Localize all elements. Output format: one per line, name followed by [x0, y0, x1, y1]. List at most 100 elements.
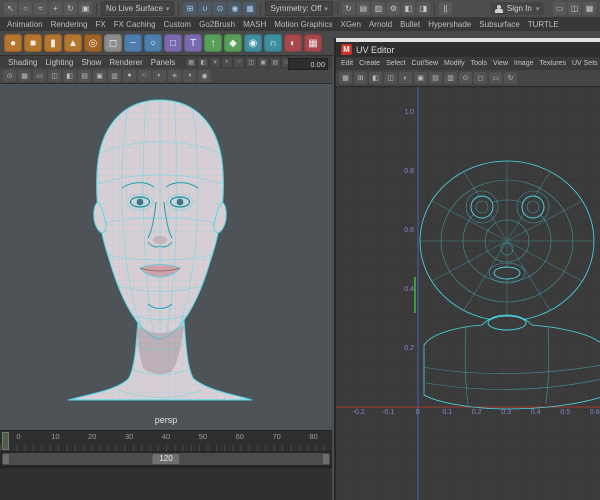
uv-editor-viewport[interactable]: -0.2 -0.1 0 0.1 0.2 0.3 0.4 0.5 0.6 1.0 0.8 0.6 0.4… [336, 87, 600, 500]
safe-title-icon[interactable]: ▥ [108, 69, 121, 82]
viewport-menu[interactable]: Show [77, 58, 105, 67]
uv-isolate-icon[interactable]: ◧ [369, 72, 382, 84]
symmetry-dropdown[interactable]: Symmetry: Off ▾ [265, 1, 333, 16]
range-end-value[interactable]: 120 [152, 454, 180, 464]
menu-set-tab[interactable]: Go2Brush [195, 18, 239, 31]
safe-action-icon[interactable]: ▣ [93, 69, 106, 82]
shelf-text-tool[interactable]: T [184, 34, 202, 52]
uv-checker-icon[interactable]: ▥ [444, 72, 457, 84]
snap-point-icon[interactable]: ⊙ [213, 2, 227, 15]
shelf-mirror[interactable]: ◐ [284, 34, 302, 52]
uv-snap-icon[interactable]: ⊞ [354, 72, 367, 84]
uv-editor-menu[interactable]: Modify [441, 60, 468, 67]
snap-projected-center-icon[interactable]: ◉ [228, 2, 242, 15]
menu-set-tab[interactable]: XGen [337, 18, 365, 31]
vp-plane-icon[interactable]: ▤ [270, 57, 281, 67]
wireframe-icon[interactable]: ○ [138, 69, 151, 82]
live-surface-dropdown[interactable]: No Live Surface ▾ [101, 1, 175, 16]
vp-grid-icon[interactable]: ▦ [186, 57, 197, 67]
field-chart-icon[interactable]: ▤ [78, 69, 91, 82]
menu-set-tab[interactable]: Animation [3, 18, 47, 31]
textured-icon[interactable]: ◐ [153, 69, 166, 82]
uv-distortion-icon[interactable]: ▤ [429, 72, 442, 84]
menu-set-tab[interactable]: FX [92, 18, 110, 31]
menu-set-tab[interactable]: MASH [239, 18, 270, 31]
move-tool-icon[interactable]: + [49, 2, 62, 15]
viewport-menu[interactable]: Shading [4, 58, 41, 67]
shelf-curve-tool[interactable]: ~ [124, 34, 142, 52]
vp-light-icon[interactable]: ☀ [210, 57, 221, 67]
viewport-menu[interactable]: Renderer [105, 58, 146, 67]
ipr-render-icon[interactable]: ▥ [371, 2, 385, 15]
layout-two-pane-icon[interactable]: ◫ [568, 2, 581, 15]
shelf-nurbs-circle[interactable]: ○ [144, 34, 162, 52]
viewport-menu[interactable]: Lighting [41, 58, 77, 67]
uv-editor-menu[interactable]: UV Sets [569, 60, 600, 67]
uv-shaded-icon[interactable]: ◐ [399, 72, 412, 84]
menu-set-tab[interactable]: FX Caching [110, 18, 160, 31]
menu-set-tab[interactable]: Motion Graphics [270, 18, 336, 31]
make-live-icon[interactable]: ▦ [243, 2, 257, 15]
shelf-poly-cylinder[interactable]: ▮ [44, 34, 62, 52]
uv-editor-menu[interactable]: Edit [338, 60, 356, 67]
uv-tile-icon[interactable]: ◻ [474, 72, 487, 84]
menu-set-tab[interactable]: Rendering [47, 18, 92, 31]
perspective-viewport-canvas[interactable] [0, 84, 332, 430]
scale-tool-icon[interactable]: ▣ [79, 2, 92, 15]
gate-mask-icon[interactable]: ◧ [63, 69, 76, 82]
snap-curve-icon[interactable]: ∪ [198, 2, 212, 15]
render-view-icon[interactable]: ▤ [356, 2, 370, 15]
camera-lock-icon[interactable]: ⊙ [3, 69, 16, 82]
shelf-extrude[interactable]: ↑ [204, 34, 222, 52]
shelf-poly-cone[interactable]: ▲ [64, 34, 82, 52]
current-frame-marker[interactable] [2, 432, 9, 450]
uv-borders-icon[interactable]: ▣ [414, 72, 427, 84]
rotate-tool-icon[interactable]: ↻ [64, 2, 77, 15]
menu-set-tab[interactable]: Custom [160, 18, 196, 31]
snap-grid-icon[interactable]: ⊞ [183, 2, 197, 15]
uv-grid-icon[interactable]: ▦ [339, 72, 352, 84]
menu-set-tab[interactable]: TURTLE [524, 18, 563, 31]
shading-smooth-icon[interactable]: ● [123, 69, 136, 82]
shelf-poly-torus[interactable]: ◎ [84, 34, 102, 52]
uv-editor-menu[interactable]: Textures [537, 60, 569, 67]
render-settings-icon[interactable]: ⚙ [386, 2, 400, 15]
playback-pause-icon[interactable]: || [438, 2, 452, 15]
layout-single-pane-icon[interactable]: ▭ [553, 2, 566, 15]
menu-set-tab[interactable]: Bullet [396, 18, 424, 31]
uv-editor-menu[interactable]: Select [383, 60, 408, 67]
select-tool-icon[interactable]: ↖ [4, 2, 17, 15]
menu-set-tab[interactable]: Subsurface [475, 18, 523, 31]
uv-pixel-snap-icon[interactable]: ⊙ [459, 72, 472, 84]
uv-canvas[interactable] [336, 87, 600, 500]
menu-set-tab[interactable]: Arnold [365, 18, 396, 31]
uv-editor-menu[interactable]: Cut/Sew [409, 60, 441, 67]
lasso-select-icon[interactable]: ○ [19, 2, 32, 15]
grid-toggle-icon[interactable]: ▦ [18, 69, 31, 82]
lighting-icon[interactable]: ☀ [168, 69, 181, 82]
shelf-poly-plane[interactable]: ◻ [104, 34, 122, 52]
uv-frame-icon[interactable]: ▭ [489, 72, 502, 84]
uv-editor-menu[interactable]: Create [356, 60, 383, 67]
resolution-gate-icon[interactable]: ◫ [48, 69, 61, 82]
viewport-menu[interactable]: Panels [147, 58, 179, 67]
film-gate-icon[interactable]: ▭ [33, 69, 46, 82]
paint-select-icon[interactable]: ≈ [34, 2, 47, 15]
shelf-poly-cube[interactable]: ■ [24, 34, 42, 52]
shelf-boolean[interactable]: ◉ [244, 34, 262, 52]
vp-wire-shaded-icon[interactable]: ◫ [246, 57, 257, 67]
layout-four-pane-icon[interactable]: ▦ [583, 2, 596, 15]
shelf-bevel[interactable]: ◆ [224, 34, 242, 52]
uv-editor-titlebar[interactable]: M UV Editor [336, 42, 600, 57]
menu-set-tab[interactable]: Hypershade [424, 18, 475, 31]
display-layer-icon[interactable]: ◧ [401, 2, 415, 15]
range-slider[interactable]: 120 [2, 453, 330, 465]
sign-in-button[interactable]: Sign In ▾ [489, 2, 545, 15]
uv-refresh-icon[interactable]: ↻ [504, 72, 517, 84]
uv-texture-toggle-icon[interactable]: ◫ [384, 72, 397, 84]
shadows-icon[interactable]: ◑ [183, 69, 196, 82]
vp-isolate-icon[interactable]: ▣ [258, 57, 269, 67]
uv-editor-menu[interactable]: View [490, 60, 511, 67]
shelf-smooth[interactable]: ∩ [264, 34, 282, 52]
vp-texture-icon[interactable]: ◐ [222, 57, 233, 67]
